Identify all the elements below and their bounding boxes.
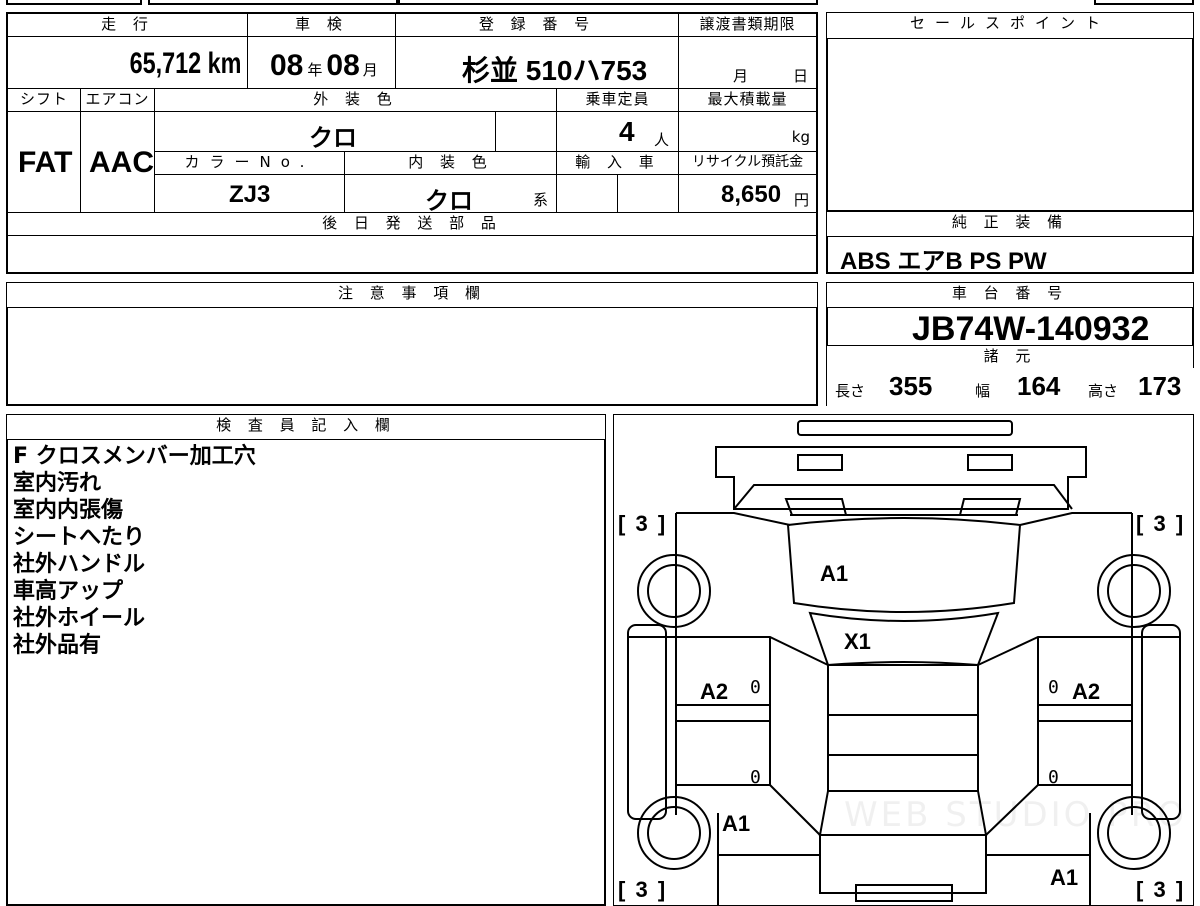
specs-header: 諸 元 [827, 345, 1193, 369]
mark-right-front-door: A2 [1072, 679, 1101, 704]
inspector-line: 社外品有 [13, 633, 102, 658]
spec-height-label: 高さ [1088, 382, 1119, 400]
door-num-left-front: 0 [750, 677, 761, 698]
spec-height-value: 173 [1138, 371, 1182, 401]
registration-value: 杉並 510ハ753 [462, 55, 648, 86]
equipment-value: ABS エアB PS PW [840, 248, 1047, 275]
spec-length-cell: 長さ 355 [827, 368, 966, 406]
inspector-line: シートへたり [13, 525, 146, 550]
spec-height-cell: 高さ 173 [1080, 368, 1194, 406]
chassis-header: 車 台 番 号 [827, 283, 1193, 308]
inspector-box: 検 査 員 記 入 欄 F クロスメンバー加工穴 室内汚れ 室内内張傷 シートへ… [6, 414, 606, 906]
shift-cell: FAT [7, 111, 81, 213]
color-no-value: ZJ3 [229, 181, 271, 208]
chassis-value: JB74W-140932 [912, 310, 1150, 348]
recycle-unit: 円 [794, 191, 810, 209]
top-strip [0, 0, 1200, 6]
mileage-value: 65,712 [129, 47, 201, 80]
mark-roof-front: X1 [844, 629, 871, 654]
sales-points-header: セールスポイント [827, 13, 1193, 39]
inspection-month-unit: 月 [362, 62, 378, 79]
max-load-unit: kg [791, 128, 810, 146]
inspection-cell: 08 年 08 月 [247, 36, 396, 89]
spec-length-label: 長さ [835, 382, 866, 400]
registration-header: 登 録 番 号 [395, 13, 679, 37]
recycle-value: 8,650 [721, 181, 782, 208]
mileage-header: 走 行 [7, 13, 248, 37]
mileage-unit: km [207, 47, 241, 80]
inspector-line: F クロスメンバー加工穴 [13, 444, 256, 469]
interior-color-header: 内 装 色 [344, 151, 557, 175]
spec-width-cell: 幅 164 [965, 368, 1081, 406]
aircon-cell: AAC [80, 111, 155, 213]
inspector-header: 検 査 員 記 入 欄 [7, 415, 605, 440]
mark-hood: A1 [820, 561, 849, 586]
later-parts-header: 後 日 発 送 部 品 [7, 212, 817, 236]
inspector-line: 車高アップ [13, 579, 124, 604]
inspector-line: 社外ホイール [13, 606, 146, 631]
mark-right-rear: A1 [1050, 865, 1079, 890]
capacity-unit: 人 [654, 131, 670, 149]
max-load-cell: kg [678, 111, 817, 152]
mileage-cell: 65,712 km [7, 36, 248, 89]
recycle-cell: 8,650 円 [678, 174, 817, 213]
inspection-header: 車 検 [247, 13, 396, 37]
inspector-lines: F クロスメンバー加工穴 室内汚れ 室内内張傷 シートへたり 社外ハンドル 車高… [13, 443, 256, 659]
notes-box: 注 意 事 項 欄 [6, 282, 818, 406]
chassis-box: 車 台 番 号 JB74W-140932 諸 元 長さ 355 幅 164 高さ… [826, 282, 1194, 406]
interior-color-value: クロ [425, 188, 473, 215]
registration-cell: 杉並 510ハ753 [395, 36, 679, 89]
transfer-day-unit: 日 [793, 67, 809, 85]
max-load-header: 最大積載量 [678, 88, 817, 112]
sales-points-box: セールスポイント [826, 12, 1194, 212]
import-cell-b [617, 174, 679, 213]
inspector-line: 社外ハンドル [13, 552, 146, 577]
spec-width-value: 164 [1017, 371, 1061, 401]
spec-length-value: 355 [889, 371, 933, 401]
shift-value: FAT [18, 146, 73, 179]
aircon-header: エアコン [80, 88, 155, 112]
import-header: 輸 入 車 [556, 151, 679, 175]
transfer-deadline-cell: 月 日 [678, 36, 817, 89]
exterior-color-header: 外 装 色 [154, 88, 557, 112]
watermark: WEB STUDIO PRO [844, 795, 1188, 835]
inspector-line: 室内内張傷 [13, 498, 124, 523]
mark-left-front-door: A2 [700, 679, 729, 704]
inspector-line: 室内汚れ [13, 471, 102, 496]
aircon-value: AAC [89, 146, 154, 179]
capacity-cell: 4 人 [556, 111, 679, 152]
recycle-header: リサイクル預託金 [678, 151, 817, 175]
exterior-color-extra-cell [495, 111, 557, 152]
later-parts-cell [7, 235, 817, 273]
color-no-header: カラーNo. [154, 151, 345, 175]
color-no-cell: ZJ3 [154, 174, 345, 213]
door-num-right-rear: 0 [1048, 767, 1059, 788]
tire-mark-rear-left: [ 3 ] [618, 877, 668, 902]
tire-mark-front-right: [ 3 ] [1136, 511, 1186, 536]
equipment-box: 純 正 装 備 ABS エアB PS PW [826, 211, 1194, 275]
capacity-header: 乗車定員 [556, 88, 679, 112]
notes-header: 注 意 事 項 欄 [7, 283, 817, 308]
transfer-deadline-header: 譲渡書類期限 [678, 13, 817, 37]
exterior-color-value: クロ [309, 125, 357, 152]
transfer-month-unit: 月 [733, 67, 749, 85]
inspection-year: 08 [270, 49, 304, 82]
import-cell-a [556, 174, 618, 213]
door-num-right-front: 0 [1048, 677, 1059, 698]
equipment-header: 純 正 装 備 [827, 212, 1193, 237]
inspection-month: 08 [326, 49, 360, 82]
interior-color-cell: クロ 系 [344, 174, 557, 215]
tire-mark-front-left: [ 3 ] [618, 511, 668, 536]
damage-diagram-box: WEB STUDIO PRO [ 3 ] [ 3 ] [ 3 ] [ 3 ] A… [613, 414, 1194, 906]
door-num-left-rear: 0 [750, 767, 761, 788]
mark-left-rear: A1 [722, 811, 751, 836]
spec-width-label: 幅 [975, 382, 991, 400]
shift-header: シフト [7, 88, 81, 112]
exterior-color-cell: クロ [154, 111, 496, 152]
interior-color-suffix: 系 [533, 191, 549, 209]
capacity-value: 4 [619, 116, 635, 147]
inspection-year-unit: 年 [307, 62, 323, 79]
tire-mark-rear-right: [ 3 ] [1136, 877, 1186, 902]
